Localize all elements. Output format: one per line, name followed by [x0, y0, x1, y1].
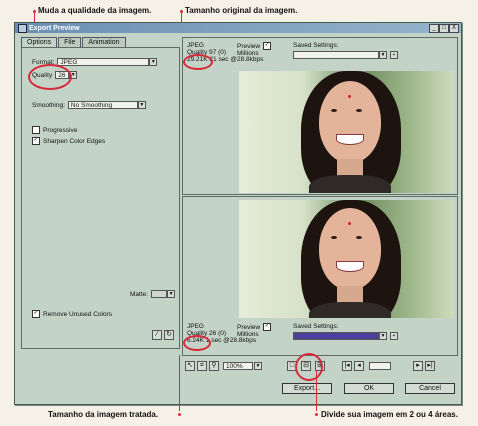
- progressive-checkbox[interactable]: [32, 126, 40, 134]
- tab-bar: Options File Animation: [21, 37, 127, 47]
- app-icon: [18, 23, 27, 33]
- zoom-icon[interactable]: ⚲: [209, 361, 219, 371]
- options-panel: Format: JPEG ▼ Quality 26 ▼ Smoothing: N…: [21, 47, 180, 349]
- ok-button[interactable]: OK: [344, 383, 394, 394]
- smoothing-label: Smoothing:: [32, 101, 65, 109]
- preview-original: JPEG Quality 97 (0) 29.21K 21 sec @28.8k…: [182, 37, 458, 195]
- original-image: [239, 71, 454, 193]
- chevron-down-icon[interactable]: ▼: [137, 101, 146, 109]
- chevron-down-icon[interactable]: ▼: [254, 362, 262, 370]
- annotation-treated-size: Tamanho da imagem tratada.: [48, 410, 159, 419]
- maximize-button[interactable]: □: [439, 24, 449, 33]
- preview-checkbox[interactable]: ✓: [263, 323, 272, 331]
- last-frame-icon[interactable]: ▸|: [425, 361, 435, 371]
- saved-settings-label: Saved Settings:: [293, 42, 339, 49]
- crop-icon[interactable]: ⌗: [197, 361, 207, 371]
- annotation-split-view: Divide sua imagem em 2 ou 4 áreas.: [321, 410, 458, 419]
- remove-unused-checkbox[interactable]: ✓: [32, 310, 40, 318]
- window-title: Export Preview: [29, 24, 80, 32]
- original-size-highlight: [183, 54, 213, 70]
- optimized-image: [239, 200, 454, 318]
- saved-settings-label: Saved Settings:: [293, 323, 339, 330]
- smoothing-select[interactable]: No Smoothing: [67, 101, 138, 109]
- matte-swatch[interactable]: [151, 290, 168, 298]
- split-view-highlight: [295, 353, 323, 381]
- format-select[interactable]: JPEG: [57, 58, 150, 66]
- frame-field[interactable]: [369, 362, 391, 370]
- annotation-original-size: Tamanho original da imagem.: [185, 6, 298, 15]
- first-frame-icon[interactable]: |◂: [342, 361, 352, 371]
- chevron-down-icon[interactable]: ▼: [149, 58, 158, 66]
- tab-file[interactable]: File: [58, 37, 82, 47]
- saved-settings-select[interactable]: [293, 332, 379, 340]
- title-bar: Export Preview _ □ X: [15, 23, 461, 33]
- progressive-label: Progressive: [43, 126, 78, 134]
- preview-label: Preview: [237, 323, 261, 331]
- tab-animation[interactable]: Animation: [82, 37, 126, 47]
- add-settings-icon[interactable]: +: [390, 51, 398, 59]
- next-frame-icon[interactable]: ▸: [413, 361, 423, 371]
- quality-highlight: [28, 64, 72, 90]
- sharpen-checkbox[interactable]: ✓: [32, 137, 40, 145]
- chevron-down-icon[interactable]: ▼: [379, 51, 387, 59]
- colors-label: Millions: [237, 50, 259, 57]
- annotation-quality: Muda a qualidade da imagem.: [38, 6, 152, 15]
- sharpen-label: Sharpen Color Edges: [43, 137, 106, 145]
- preview-checkbox[interactable]: ✓: [263, 42, 272, 50]
- tab-options[interactable]: Options: [21, 37, 58, 47]
- minimize-button[interactable]: _: [429, 24, 439, 33]
- chevron-down-icon[interactable]: ▼: [167, 290, 176, 298]
- saved-settings-select[interactable]: [293, 51, 379, 59]
- optimized-size-highlight: [183, 335, 211, 351]
- preview-optimized: JPEG Quality 26 (0) 6.24K 1 sec @28.8kbp…: [182, 196, 458, 356]
- colors-label: Millions: [237, 331, 259, 338]
- close-button[interactable]: X: [449, 24, 459, 33]
- zoom-select[interactable]: 100%: [223, 362, 253, 370]
- matte-label: Matte:: [130, 290, 149, 298]
- remove-unused-label: Remove Unused Colors: [43, 310, 113, 318]
- export-button[interactable]: Export...: [282, 383, 332, 394]
- prev-frame-icon[interactable]: ◂: [354, 361, 364, 371]
- refresh-icon[interactable]: ↻: [164, 330, 174, 340]
- export-preview-window: Export Preview _ □ X Options File Animat…: [14, 22, 462, 405]
- wand-icon[interactable]: ⁄: [152, 330, 162, 340]
- add-settings-icon[interactable]: +: [390, 332, 398, 340]
- preview-label: Preview: [237, 42, 261, 50]
- cancel-button[interactable]: Cancel: [405, 383, 455, 394]
- pointer-icon[interactable]: ↖: [185, 361, 195, 371]
- chevron-down-icon[interactable]: ▼: [379, 332, 387, 340]
